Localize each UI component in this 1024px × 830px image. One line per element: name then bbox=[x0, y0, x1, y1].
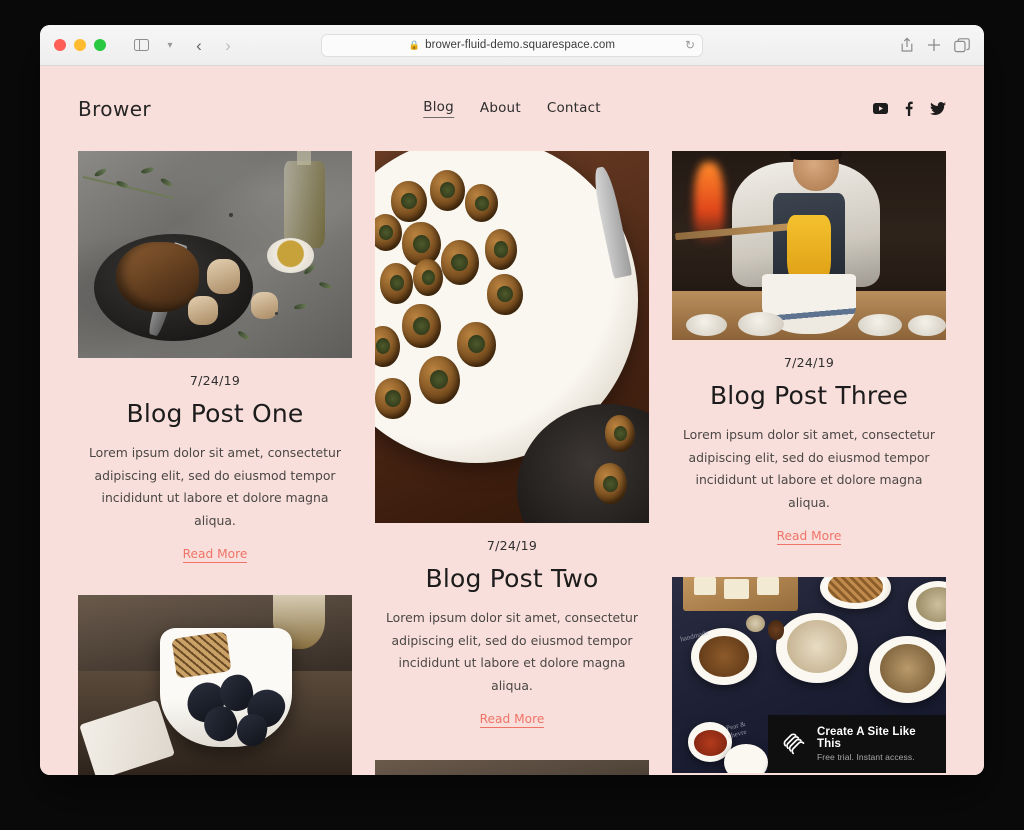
sidebar-toggle-icon bbox=[133, 38, 149, 52]
post-image[interactable]: handmade Pear & chevre Create A Site Lik… bbox=[672, 577, 946, 774]
main-navigation: Blog About Contact bbox=[423, 99, 601, 118]
plus-icon bbox=[928, 39, 940, 51]
squarespace-promo-banner[interactable]: Create A Site Like This Free trial. Inst… bbox=[768, 715, 946, 774]
new-tab-button[interactable] bbox=[927, 38, 941, 52]
back-arrow-icon: ‹ bbox=[196, 35, 202, 55]
photo-bread-olive-oil bbox=[78, 151, 352, 358]
web-page: Brower Blog About Contact 7/24/19 Blog P… bbox=[40, 66, 984, 775]
post-title[interactable]: Blog Post Two bbox=[375, 564, 649, 593]
lock-icon: 🔒 bbox=[408, 39, 421, 50]
twitter-link[interactable] bbox=[930, 102, 946, 115]
post-title[interactable]: Blog Post One bbox=[78, 399, 352, 428]
toolbar-actions bbox=[900, 37, 970, 53]
nav-item-blog[interactable]: Blog bbox=[423, 99, 454, 118]
chevron-down-icon: ▾ bbox=[167, 39, 173, 51]
photo-partial-next-post bbox=[375, 760, 649, 775]
tab-overview-button[interactable] bbox=[954, 37, 970, 53]
share-icon bbox=[901, 37, 913, 52]
site-header: Brower Blog About Contact bbox=[40, 66, 984, 151]
site-logo[interactable]: Brower bbox=[78, 97, 151, 121]
post-date: 7/24/19 bbox=[783, 355, 835, 370]
navigation-controls: ▾ ‹ › bbox=[128, 33, 241, 57]
back-button[interactable]: ‹ bbox=[186, 33, 212, 57]
blog-posts-grid: 7/24/19 Blog Post One Lorem ipsum dolor … bbox=[40, 151, 984, 775]
banner-text: Create A Site Like This Free trial. Inst… bbox=[817, 726, 932, 762]
post-image[interactable] bbox=[672, 151, 946, 340]
post-body: 7/24/19 Blog Post Two Lorem ipsum dolor … bbox=[375, 523, 649, 729]
youtube-link[interactable] bbox=[873, 103, 888, 114]
post-excerpt: Lorem ipsum dolor sit amet, consectetur … bbox=[683, 427, 935, 510]
twitter-icon bbox=[930, 102, 946, 115]
forward-button[interactable]: › bbox=[215, 33, 241, 57]
post-body: 7/24/19 Blog Post One Lorem ipsum dolor … bbox=[78, 358, 352, 564]
grid-column-left: 7/24/19 Blog Post One Lorem ipsum dolor … bbox=[78, 151, 352, 775]
post-title[interactable]: Blog Post Three bbox=[672, 381, 946, 410]
blog-post-card: handmade Pear & chevre Create A Site Lik… bbox=[672, 577, 946, 774]
address-bar[interactable]: 🔒 brower-fluid-demo.squarespace.com ↻ bbox=[321, 33, 703, 57]
read-more-link[interactable]: Read More bbox=[182, 547, 248, 564]
photo-mussels-bowl bbox=[78, 595, 352, 775]
social-links bbox=[873, 101, 946, 116]
post-image[interactable] bbox=[375, 151, 649, 523]
browser-window: ▾ ‹ › 🔒 brower-fluid-demo.squarespace.co… bbox=[40, 25, 984, 775]
facebook-icon bbox=[905, 101, 913, 116]
youtube-icon bbox=[873, 103, 888, 114]
minimize-window-button[interactable] bbox=[74, 39, 86, 51]
post-image[interactable] bbox=[78, 595, 352, 775]
post-date: 7/24/19 bbox=[486, 538, 538, 553]
photo-chef-noodles bbox=[672, 151, 946, 340]
blog-post-card bbox=[375, 760, 649, 775]
nav-item-about[interactable]: About bbox=[480, 100, 521, 118]
share-button[interactable] bbox=[900, 37, 914, 53]
tab-overview-icon bbox=[954, 37, 970, 52]
post-image[interactable] bbox=[78, 151, 352, 358]
grid-column-center: 7/24/19 Blog Post Two Lorem ipsum dolor … bbox=[375, 151, 649, 775]
facebook-link[interactable] bbox=[905, 101, 913, 116]
sidebar-toggle-button[interactable] bbox=[128, 33, 154, 57]
reload-icon[interactable]: ↻ bbox=[685, 38, 695, 52]
close-window-button[interactable] bbox=[54, 39, 66, 51]
blog-post-card: 7/24/19 Blog Post Three Lorem ipsum dolo… bbox=[672, 151, 946, 546]
squarespace-logo-icon bbox=[782, 732, 806, 756]
nav-item-contact[interactable]: Contact bbox=[547, 100, 601, 118]
post-date: 7/24/19 bbox=[189, 373, 241, 388]
sidebar-dropdown-button[interactable]: ▾ bbox=[157, 33, 183, 57]
blog-post-card bbox=[78, 595, 352, 775]
banner-title: Create A Site Like This bbox=[817, 726, 916, 751]
forward-arrow-icon: › bbox=[225, 35, 231, 55]
photo-escargot-plate bbox=[375, 151, 649, 523]
blog-post-card: 7/24/19 Blog Post Two Lorem ipsum dolor … bbox=[375, 151, 649, 729]
browser-toolbar: ▾ ‹ › 🔒 brower-fluid-demo.squarespace.co… bbox=[40, 25, 984, 66]
banner-subtitle: Free trial. Instant access. bbox=[817, 752, 915, 763]
post-image[interactable] bbox=[375, 760, 649, 775]
read-more-link[interactable]: Read More bbox=[776, 529, 842, 546]
post-body: 7/24/19 Blog Post Three Lorem ipsum dolo… bbox=[672, 340, 946, 546]
maximize-window-button[interactable] bbox=[94, 39, 106, 51]
blog-post-card: 7/24/19 Blog Post One Lorem ipsum dolor … bbox=[78, 151, 352, 564]
post-excerpt: Lorem ipsum dolor sit amet, consectetur … bbox=[89, 445, 341, 528]
read-more-link[interactable]: Read More bbox=[479, 712, 545, 729]
post-excerpt: Lorem ipsum dolor sit amet, consectetur … bbox=[386, 610, 638, 693]
window-controls bbox=[54, 39, 106, 51]
url-text: brower-fluid-demo.squarespace.com bbox=[425, 39, 616, 51]
grid-column-right: 7/24/19 Blog Post Three Lorem ipsum dolo… bbox=[672, 151, 946, 775]
